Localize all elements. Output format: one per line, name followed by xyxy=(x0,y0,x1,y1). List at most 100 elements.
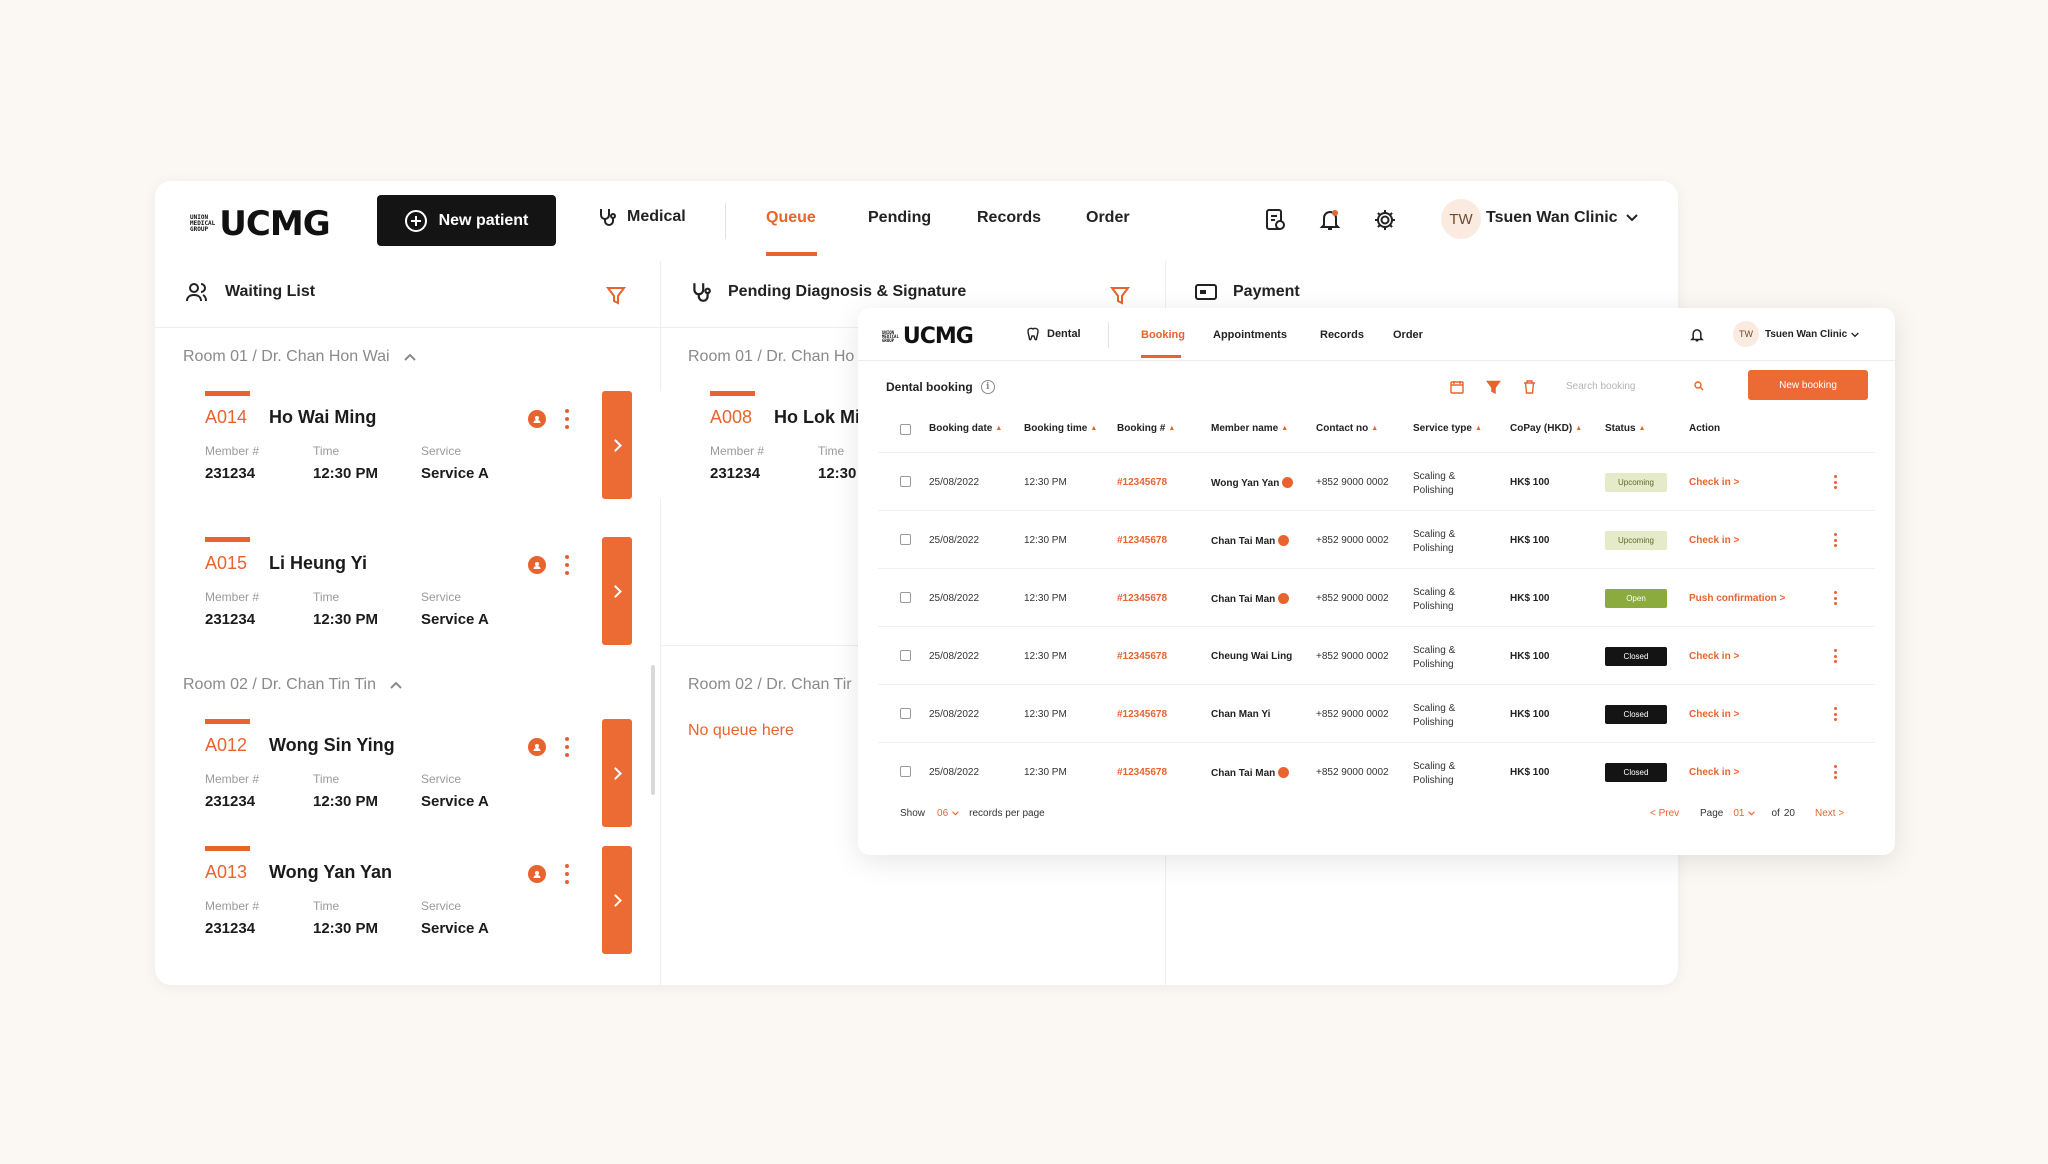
patient-card[interactable]: A012 Wong Sin Ying Member # Time Service… xyxy=(155,719,632,827)
room-header[interactable]: Room 01 / Dr. Chan Ho xyxy=(688,348,854,366)
member-value: 231234 xyxy=(205,611,256,628)
prev-page-link[interactable]: < Prev xyxy=(1650,808,1679,819)
row-checkbox[interactable] xyxy=(900,650,911,661)
patient-card[interactable]: A015 Li Heung Yi Member # Time Service 2… xyxy=(155,537,632,645)
search-input[interactable]: Search booking xyxy=(1560,374,1710,398)
col-status[interactable]: Status ▲ xyxy=(1605,423,1646,434)
bell-icon[interactable] xyxy=(1690,327,1704,348)
col-service-type[interactable]: Service type ▲ xyxy=(1413,423,1482,434)
info-icon[interactable]: i xyxy=(980,380,995,394)
new-patient-button[interactable]: New patient xyxy=(377,195,556,246)
new-booking-button[interactable]: New booking xyxy=(1748,370,1868,400)
filter-icon[interactable] xyxy=(606,286,626,311)
more-options-icon[interactable] xyxy=(1834,765,1838,779)
clinic-selector[interactable]: Tsuen Wan Clinic xyxy=(1765,329,1860,340)
booking-number-link[interactable]: #12345678 xyxy=(1117,477,1167,488)
chevron-right-button[interactable] xyxy=(602,391,632,499)
status-badge: Upcoming xyxy=(1605,473,1667,492)
row-action-link[interactable]: Check in > xyxy=(1689,709,1739,720)
patient-card[interactable]: A008 Ho Lok Mi Member # Time 231234 12:3… xyxy=(660,391,860,499)
col-booking-number[interactable]: Booking # ▲ xyxy=(1117,423,1175,434)
col-member-name[interactable]: Member name ▲ xyxy=(1211,423,1288,434)
clinic-selector[interactable]: Tsuen Wan Clinic xyxy=(1486,209,1638,227)
header-divider xyxy=(858,360,1895,361)
more-options-icon[interactable] xyxy=(564,737,570,757)
nav-booking[interactable]: Booking xyxy=(1141,329,1185,341)
booking-number-link[interactable]: #12345678 xyxy=(1117,593,1167,604)
bell-icon[interactable] xyxy=(1317,207,1343,233)
nav-appointments[interactable]: Appointments xyxy=(1213,329,1287,341)
row-checkbox[interactable] xyxy=(900,534,911,545)
page-select[interactable]: 01 xyxy=(1733,808,1744,819)
more-options-icon[interactable] xyxy=(1834,707,1838,721)
row-checkbox[interactable] xyxy=(900,766,911,777)
select-all-checkbox[interactable] xyxy=(900,424,911,435)
nav-records[interactable]: Records xyxy=(1320,329,1364,341)
per-page-select[interactable]: 06 xyxy=(937,808,948,819)
chevron-right-button[interactable] xyxy=(602,846,632,954)
queue-number: A015 xyxy=(205,553,248,573)
row-checkbox[interactable] xyxy=(900,476,911,487)
scrollbar[interactable] xyxy=(651,665,655,795)
col-booking-date[interactable]: Booking date ▲ xyxy=(929,423,1002,434)
more-options-icon[interactable] xyxy=(1834,533,1838,547)
room-header[interactable]: Room 02 / Dr. Chan Tin Tin xyxy=(183,676,402,694)
nav-order[interactable]: Order xyxy=(1086,209,1130,227)
contact-no: +852 9000 0002 xyxy=(1316,477,1389,488)
document-sync-icon[interactable] xyxy=(1262,207,1288,233)
nav-records[interactable]: Records xyxy=(977,209,1041,227)
next-page-link[interactable]: Next > xyxy=(1815,808,1844,819)
row-action-link[interactable]: Check in > xyxy=(1689,535,1739,546)
more-options-icon[interactable] xyxy=(1834,649,1838,663)
nav-pending[interactable]: Pending xyxy=(868,209,931,227)
booking-number-link[interactable]: #12345678 xyxy=(1117,535,1167,546)
patient-card[interactable]: A013 Wong Yan Yan Member # Time Service … xyxy=(155,846,632,954)
table-row[interactable]: 25/08/2022 12:30 PM #12345678 +852 9000 000… xyxy=(878,742,1875,800)
top-navigation-bar: UNION MEDICAL GROUP UCMG New patient Medic… xyxy=(155,181,1678,260)
ucmg-logo[interactable]: UNION MEDICAL GROUP UCMG xyxy=(190,204,331,244)
gear-icon[interactable] xyxy=(1372,207,1398,233)
col-copay[interactable]: CoPay (HKD) ▲ xyxy=(1510,423,1582,434)
contact-no: +852 9000 0002 xyxy=(1316,593,1389,604)
avatar[interactable]: TW xyxy=(1733,321,1759,347)
row-checkbox[interactable] xyxy=(900,592,911,603)
copay-amount: HK$ 100 xyxy=(1510,651,1550,662)
member-icon xyxy=(1278,535,1290,546)
col-contact-no[interactable]: Contact no ▲ xyxy=(1316,423,1378,434)
chevron-right-button[interactable] xyxy=(602,537,632,645)
queue-number: A012 xyxy=(205,735,248,755)
records-per-page: Show 06 records per page xyxy=(900,808,1045,819)
row-action-link[interactable]: Check in > xyxy=(1689,477,1739,488)
row-action-link[interactable]: Push confirmation > xyxy=(1689,593,1785,604)
patient-card[interactable]: A014 Ho Wai Ming Member # Time Service 2… xyxy=(155,391,632,499)
more-options-icon[interactable] xyxy=(564,555,570,575)
trash-icon[interactable] xyxy=(1520,378,1538,396)
table-row[interactable]: 25/08/2022 12:30 PM #12345678 +852 9000 000… xyxy=(878,684,1875,742)
booking-number-link[interactable]: #12345678 xyxy=(1117,651,1167,662)
booking-number-link[interactable]: #12345678 xyxy=(1117,709,1167,720)
room-header[interactable]: Room 02 / Dr. Chan Tir xyxy=(688,676,852,694)
table-row[interactable]: 25/08/2022 12:30 PM #12345678 +852 9000 000… xyxy=(878,452,1875,510)
more-options-icon[interactable] xyxy=(564,864,570,884)
table-row[interactable]: 25/08/2022 12:30 PM #12345678 +852 9000 000… xyxy=(878,626,1875,684)
more-options-icon[interactable] xyxy=(1834,475,1838,489)
row-checkbox[interactable] xyxy=(900,708,911,719)
table-row[interactable]: 25/08/2022 12:30 PM #12345678 +852 9000 000… xyxy=(878,510,1875,568)
filter-icon[interactable] xyxy=(1484,378,1502,396)
chevron-right-button[interactable] xyxy=(602,719,632,827)
booking-number-link[interactable]: #12345678 xyxy=(1117,767,1167,778)
nav-medical[interactable]: Medical xyxy=(597,207,686,227)
nav-queue[interactable]: Queue xyxy=(766,209,816,227)
more-options-icon[interactable] xyxy=(564,409,570,429)
ucmg-logo[interactable]: UNION MEDICAL GROUP UCMG xyxy=(882,324,974,349)
nav-dental[interactable]: Dental xyxy=(1026,327,1081,341)
nav-order[interactable]: Order xyxy=(1393,329,1423,341)
avatar[interactable]: TW xyxy=(1441,199,1481,239)
calendar-icon[interactable] xyxy=(1448,378,1466,396)
row-action-link[interactable]: Check in > xyxy=(1689,651,1739,662)
row-action-link[interactable]: Check in > xyxy=(1689,767,1739,778)
col-booking-time[interactable]: Booking time ▲ xyxy=(1024,423,1097,434)
room-header[interactable]: Room 01 / Dr. Chan Hon Wai xyxy=(183,348,416,366)
more-options-icon[interactable] xyxy=(1834,591,1838,605)
table-row[interactable]: 25/08/2022 12:30 PM #12345678 +852 9000 000… xyxy=(878,568,1875,626)
